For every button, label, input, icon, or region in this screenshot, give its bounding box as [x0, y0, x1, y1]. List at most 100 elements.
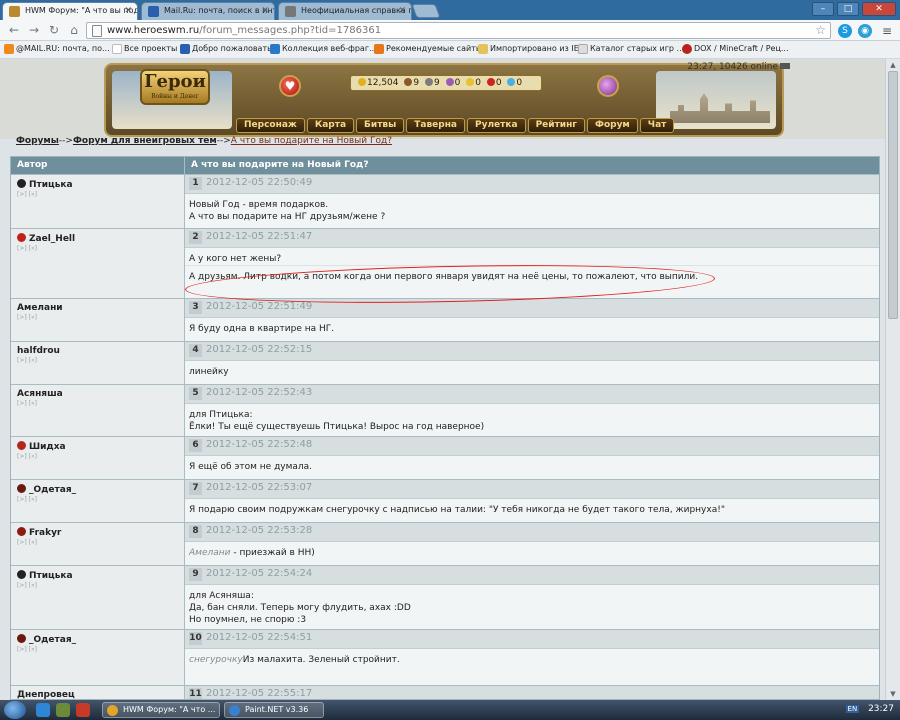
close-icon[interactable]: ✕	[261, 6, 269, 16]
post-number[interactable]: 6	[189, 439, 202, 452]
ie-icon[interactable]	[36, 703, 50, 717]
new-tab-button[interactable]	[411, 4, 441, 18]
menu-map[interactable]: Карта	[306, 118, 355, 133]
author-links[interactable]: [>] [«]	[17, 357, 178, 364]
extension-eye-icon[interactable]: ◉	[858, 24, 872, 38]
close-icon[interactable]: ✕	[124, 6, 132, 16]
taskbar-paintnet-window[interactable]: Paint.NET v3.36	[224, 702, 324, 718]
bookmark-item[interactable]: Каталог старых игр ...	[578, 44, 684, 54]
post-number[interactable]: 11	[189, 688, 202, 699]
author-nick[interactable]: Амелани	[17, 303, 63, 313]
author-name[interactable]: _Одетая_	[17, 484, 178, 495]
post-author-cell: Шидха [>] [«]	[11, 437, 185, 479]
game-logo[interactable]: Герои Войны и Денег	[140, 69, 210, 105]
angry-birds-icon[interactable]	[76, 703, 90, 717]
author-links[interactable]: [>] [«]	[17, 400, 178, 407]
bookmark-item[interactable]: Добро пожаловать	[180, 44, 272, 54]
health-heart-icon[interactable]: ♥	[279, 75, 301, 97]
mana-potion-icon[interactable]	[597, 75, 619, 97]
author-name[interactable]: Птицька	[17, 179, 178, 190]
skype-icon[interactable]: S	[838, 24, 852, 38]
menu-icon[interactable]: ≡	[880, 24, 894, 38]
menu-character[interactable]: Персонаж	[236, 118, 305, 133]
author-nick[interactable]: _Одетая_	[29, 485, 76, 495]
page-scrollbar[interactable]: ▲ ▼	[885, 59, 900, 700]
back-arrow-icon[interactable]: ←	[6, 23, 22, 38]
post-date: 2012-12-05 22:52:15	[206, 344, 313, 355]
post-number[interactable]: 5	[189, 387, 202, 400]
start-button-icon[interactable]	[4, 701, 26, 719]
breadcrumb-current[interactable]: А что вы подарите на Новый Год?	[231, 136, 392, 146]
bookmark-item[interactable]: Все проекты	[112, 44, 177, 54]
menu-battles[interactable]: Битвы	[356, 118, 405, 133]
author-links[interactable]: [>] [«]	[17, 582, 178, 589]
author-links[interactable]: [>] [«]	[17, 191, 178, 198]
breadcrumb-forums[interactable]: Форумы	[16, 136, 59, 146]
wood-icon	[404, 78, 413, 86]
author-nick[interactable]: Птицька	[29, 180, 73, 190]
author-links[interactable]: [>] [«]	[17, 496, 178, 503]
author-nick[interactable]: Днепровец	[17, 690, 75, 699]
author-name[interactable]: Шидха	[17, 441, 178, 452]
menu-rating[interactable]: Рейтинг	[527, 118, 586, 133]
author-links[interactable]: [>] [«]	[17, 245, 178, 252]
language-indicator[interactable]: EN	[845, 705, 860, 713]
scroll-down-icon[interactable]: ▼	[886, 688, 900, 700]
post-message-cell: 7 2012-12-05 22:53:07 Я подарю своим подр…	[185, 480, 879, 522]
taskbar-chrome-window[interactable]: HWM Форум: "А что ...	[102, 702, 220, 718]
home-icon[interactable]: ⌂	[66, 23, 82, 38]
bookmark-item[interactable]: Импортировано из IE	[478, 44, 579, 54]
bookmark-item[interactable]: @MAIL.RU: почта, по...	[4, 44, 110, 54]
author-nick[interactable]: _Одетая_	[29, 635, 76, 645]
menu-chat[interactable]: Чат	[639, 118, 675, 133]
author-nick[interactable]: Шидха	[29, 442, 66, 452]
author-name[interactable]: Днепровец	[17, 690, 178, 699]
bookmark-item[interactable]: Рекомендуемые сайты	[374, 44, 482, 54]
scrollbar-thumb[interactable]	[888, 71, 898, 319]
author-name[interactable]: Амелани	[17, 303, 178, 313]
post-number[interactable]: 8	[189, 525, 202, 538]
author-nick[interactable]: Frakyr	[29, 528, 61, 538]
maximize-icon[interactable]: □	[837, 2, 859, 16]
breadcrumb-section[interactable]: Форум для внеигровых тем	[73, 136, 217, 146]
author-nick[interactable]: halfdrou	[17, 346, 60, 356]
author-links[interactable]: [>] [«]	[17, 646, 178, 653]
scroll-up-icon[interactable]: ▲	[886, 59, 900, 71]
tray-clock[interactable]: 23:27	[868, 704, 894, 714]
tab-help[interactable]: Неофициальная справка п ✕	[278, 2, 412, 20]
author-nick[interactable]: Птицька	[29, 571, 73, 581]
post-number[interactable]: 9	[189, 568, 202, 581]
tab-hwm-forum[interactable]: HWM Форум: "А что вы под ✕	[2, 2, 138, 20]
reload-icon[interactable]: ↻	[46, 23, 62, 38]
author-name[interactable]: Zael_Hell	[17, 233, 178, 244]
author-links[interactable]: [>] [«]	[17, 539, 178, 546]
address-bar[interactable]: www.heroeswm.ru/forum_messages.php?tid=1…	[86, 22, 831, 39]
menu-forum[interactable]: Форум	[587, 118, 638, 133]
forward-arrow-icon[interactable]: →	[26, 23, 42, 38]
menu-tavern[interactable]: Таверна	[406, 118, 465, 133]
post-number[interactable]: 1	[189, 177, 202, 190]
close-window-icon[interactable]: ✕	[862, 2, 896, 16]
post-number[interactable]: 10	[189, 632, 202, 645]
close-icon[interactable]: ✕	[398, 6, 406, 16]
author-name[interactable]: Frakyr	[17, 527, 178, 538]
tab-mail-ru[interactable]: Mail.Ru: почта, поиск в инт ✕	[141, 2, 275, 20]
author-nick[interactable]: Zael_Hell	[29, 234, 75, 244]
post-number[interactable]: 2	[189, 231, 202, 244]
menu-roulette[interactable]: Рулетка	[467, 118, 526, 133]
minimize-icon[interactable]: –	[812, 2, 834, 16]
post-number[interactable]: 7	[189, 482, 202, 495]
author-name[interactable]: halfdrou	[17, 346, 178, 356]
bookmark-item[interactable]: Коллекция веб-фраг...	[270, 44, 377, 54]
author-links[interactable]: [>] [«]	[17, 314, 178, 321]
bookmark-item[interactable]: DOX / MineCraft / Рец...	[682, 44, 789, 54]
bookmark-star-icon[interactable]: ☆	[815, 23, 826, 38]
author-nick[interactable]: Асяняша	[17, 389, 63, 399]
post-number[interactable]: 3	[189, 301, 202, 314]
author-name[interactable]: _Одетая_	[17, 634, 178, 645]
author-name[interactable]: Птицька	[17, 570, 178, 581]
explorer-icon[interactable]	[56, 703, 70, 717]
author-links[interactable]: [>] [«]	[17, 453, 178, 460]
author-name[interactable]: Асяняша	[17, 389, 178, 399]
post-number[interactable]: 4	[189, 344, 202, 357]
